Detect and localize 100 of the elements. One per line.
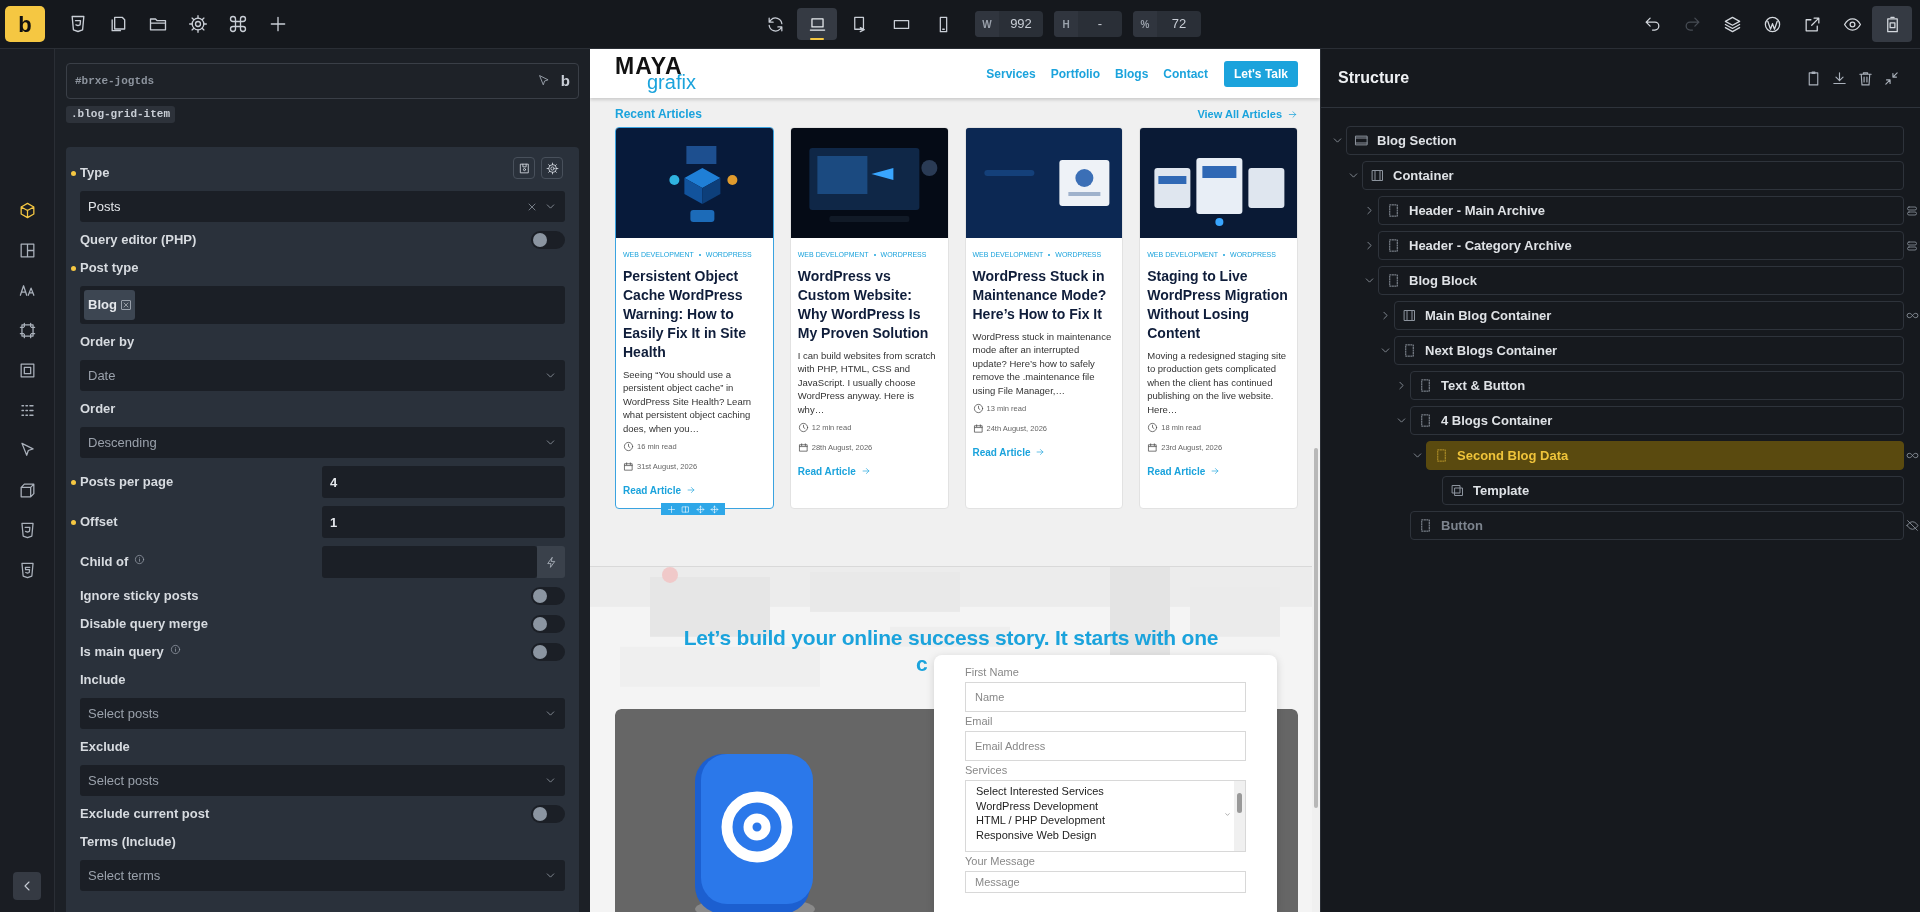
tree-item[interactable]: Button <box>1410 511 1904 540</box>
template-icon <box>1450 483 1465 498</box>
toggle-switch[interactable] <box>531 643 565 661</box>
field-label: Is main query <box>80 643 164 662</box>
tree-item[interactable]: Second Blog Data <box>1426 441 1904 470</box>
card-excerpt: Seeing “You should use a persistent object cache” in WordPress Site Health? Learn what persistent object caching does, when you… <box>623 367 753 435</box>
card-title[interactable]: Persistent Object Cache WordPress Warning: How to Easily Fix It in Site Health <box>623 266 766 362</box>
block-icon <box>1386 238 1401 253</box>
tree-item[interactable]: Text & Button <box>1410 371 1904 400</box>
dimension-field[interactable]: W 992 <box>975 11 1043 37</box>
tag-field[interactable]: Blog <box>80 286 565 324</box>
select-field[interactable]: Date <box>80 360 565 391</box>
save-button[interactable] <box>513 157 535 179</box>
arrow-right-icon <box>1035 447 1046 457</box>
info-icon[interactable] <box>169 643 181 655</box>
hidden-icon[interactable] <box>1905 519 1919 532</box>
tree-item[interactable]: Next Blogs Container <box>1394 336 1904 365</box>
tree-item[interactable]: Blog Block <box>1378 266 1904 295</box>
section-title: Recent Articles <box>615 106 702 123</box>
logo[interactable]: b <box>5 6 45 42</box>
tree-item[interactable]: 4 Blogs Container <box>1410 406 1904 435</box>
field-label: Disable query merge <box>80 615 208 634</box>
clock-icon <box>972 403 984 415</box>
tree-item[interactable]: Main Blog Container <box>1394 301 1904 330</box>
toggle-switch[interactable] <box>531 231 565 249</box>
arrow-right-icon <box>686 485 696 495</box>
save-icon <box>517 161 531 175</box>
remove-icon[interactable] <box>120 300 131 310</box>
frame-icon <box>17 320 37 340</box>
select-field[interactable]: Select posts <box>80 698 565 729</box>
select-field[interactable]: Posts <box>80 191 565 222</box>
blog-card[interactable] <box>615 127 774 509</box>
tree-item[interactable]: Template <box>1442 476 1904 505</box>
field-label: Ignore sticky posts <box>80 587 199 606</box>
settings-button[interactable] <box>541 157 563 179</box>
dimension-field[interactable]: % 72 <box>1133 11 1201 37</box>
device-button[interactable] <box>797 8 837 40</box>
clock-icon <box>797 422 809 434</box>
component-icon[interactable] <box>1906 239 1918 252</box>
info-icon[interactable] <box>134 553 146 565</box>
block-icon <box>1434 448 1449 463</box>
block-icon <box>1386 273 1401 288</box>
calendar-icon <box>1147 442 1159 454</box>
container-icon <box>1370 168 1385 183</box>
command-icon[interactable] <box>228 14 248 34</box>
settings-icon <box>545 161 559 175</box>
number-input[interactable]: 4 <box>322 466 565 498</box>
panel-title: Structure <box>1338 68 1410 88</box>
tree-item[interactable]: Header - Main Archive <box>1378 196 1904 225</box>
card-excerpt: WordPress stuck in maintenance mode after an interrupted update? Here’s how to safely remove the .maintenance file using File Manager,… <box>972 329 1113 397</box>
select-field[interactable]: Select posts <box>80 765 565 796</box>
collapse-icon[interactable] <box>1883 69 1900 87</box>
class-chip[interactable]: .blog-grid-item <box>66 106 176 123</box>
tree-item[interactable]: Container <box>1362 161 1904 190</box>
component-icon[interactable] <box>1906 204 1918 217</box>
field-label: Exclude current post <box>80 805 210 824</box>
selector-field[interactable]: #brxe-jogtds b <box>66 63 579 99</box>
tag-chip[interactable]: Blog <box>84 290 135 320</box>
calendar-icon <box>623 461 634 473</box>
plus-icon[interactable] <box>268 14 288 34</box>
arrow-right-icon <box>1287 108 1298 120</box>
card-title[interactable]: Staging to Live WordPress Migration Without Losing Content <box>1147 266 1290 343</box>
select-field[interactable]: Select terms <box>80 860 565 891</box>
field-label: Post type <box>80 259 139 278</box>
tree-item[interactable]: Blog Section <box>1346 126 1904 155</box>
field-label: Query editor (PHP) <box>80 231 197 250</box>
arrow-right-icon <box>1210 466 1221 476</box>
select-field[interactable]: Descending <box>80 427 565 458</box>
number-input[interactable]: 1 <box>322 506 565 538</box>
delete-icon[interactable] <box>1857 69 1874 87</box>
block-icon <box>1418 413 1433 428</box>
toggle-switch[interactable] <box>531 587 565 605</box>
card-excerpt: I can build websites from scratch with PHP, HTML, CSS and JavaScript. I usually choose WordPress anyway. Here is why… <box>797 348 937 416</box>
card-excerpt: Moving a redesigned staging site to production gets complicated when the client has continued publishing on the live website. Here… <box>1147 348 1288 416</box>
dynamic-data-button[interactable] <box>537 546 565 578</box>
dimension-field[interactable]: H - <box>1054 11 1122 37</box>
section-icon <box>1354 133 1369 148</box>
block-icon <box>1418 518 1433 533</box>
toggle-switch[interactable] <box>531 615 565 633</box>
calendar-icon <box>797 442 809 454</box>
calendar-icon <box>972 423 984 435</box>
toolbar-button[interactable] <box>1872 6 1912 42</box>
card-title[interactable]: WordPress vs Custom Website: Why WordPress Is My Proven Solution <box>797 266 941 343</box>
tree-item[interactable]: Header - Category Archive <box>1378 231 1904 260</box>
field-label: Offset <box>80 513 118 532</box>
clock-icon <box>623 441 634 453</box>
field-label: Include <box>80 671 126 690</box>
card-title[interactable]: WordPress Stuck in Maintenance Mode? Here’s How to Fix It <box>972 266 1116 324</box>
download-icon[interactable] <box>1831 69 1848 87</box>
settings-icon[interactable] <box>188 14 208 34</box>
field-label: Order by <box>80 333 135 352</box>
collapse-button[interactable] <box>13 872 41 900</box>
number-input[interactable] <box>322 546 537 578</box>
bolt-icon <box>544 555 558 569</box>
cursor-icon[interactable] <box>536 74 551 88</box>
field-label: Terms (Include) <box>80 833 176 852</box>
toggle-switch[interactable] <box>531 805 565 823</box>
brand-mark[interactable]: b <box>560 69 570 93</box>
field-label: Type <box>80 164 110 183</box>
arrow-right-icon <box>860 466 871 476</box>
